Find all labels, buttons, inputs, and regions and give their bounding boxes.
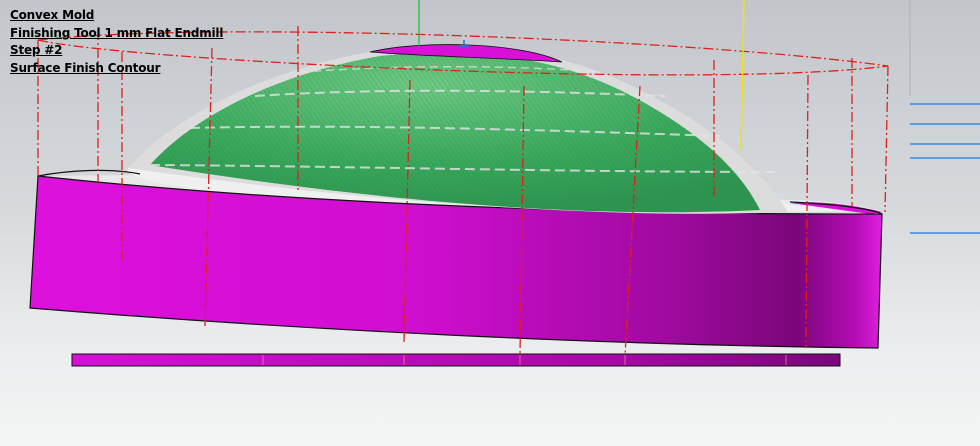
- caption-title: Convex Mold: [10, 8, 95, 22]
- caption-block: Convex Mold Finishing Tool 1 mm Flat End…: [10, 7, 223, 77]
- caption-tool: Finishing Tool 1 mm Flat Endmill: [10, 25, 224, 40]
- axis-yellow: [740, 0, 745, 151]
- caption-operation: Surface Finish Contour: [10, 60, 161, 75]
- base-plate: [71, 353, 841, 367]
- cam-3d-viewport[interactable]: Convex Mold Finishing Tool 1 mm Flat End…: [0, 0, 980, 446]
- caption-step: Step #2: [10, 43, 63, 57]
- blue-reference-lines: [910, 103, 980, 234]
